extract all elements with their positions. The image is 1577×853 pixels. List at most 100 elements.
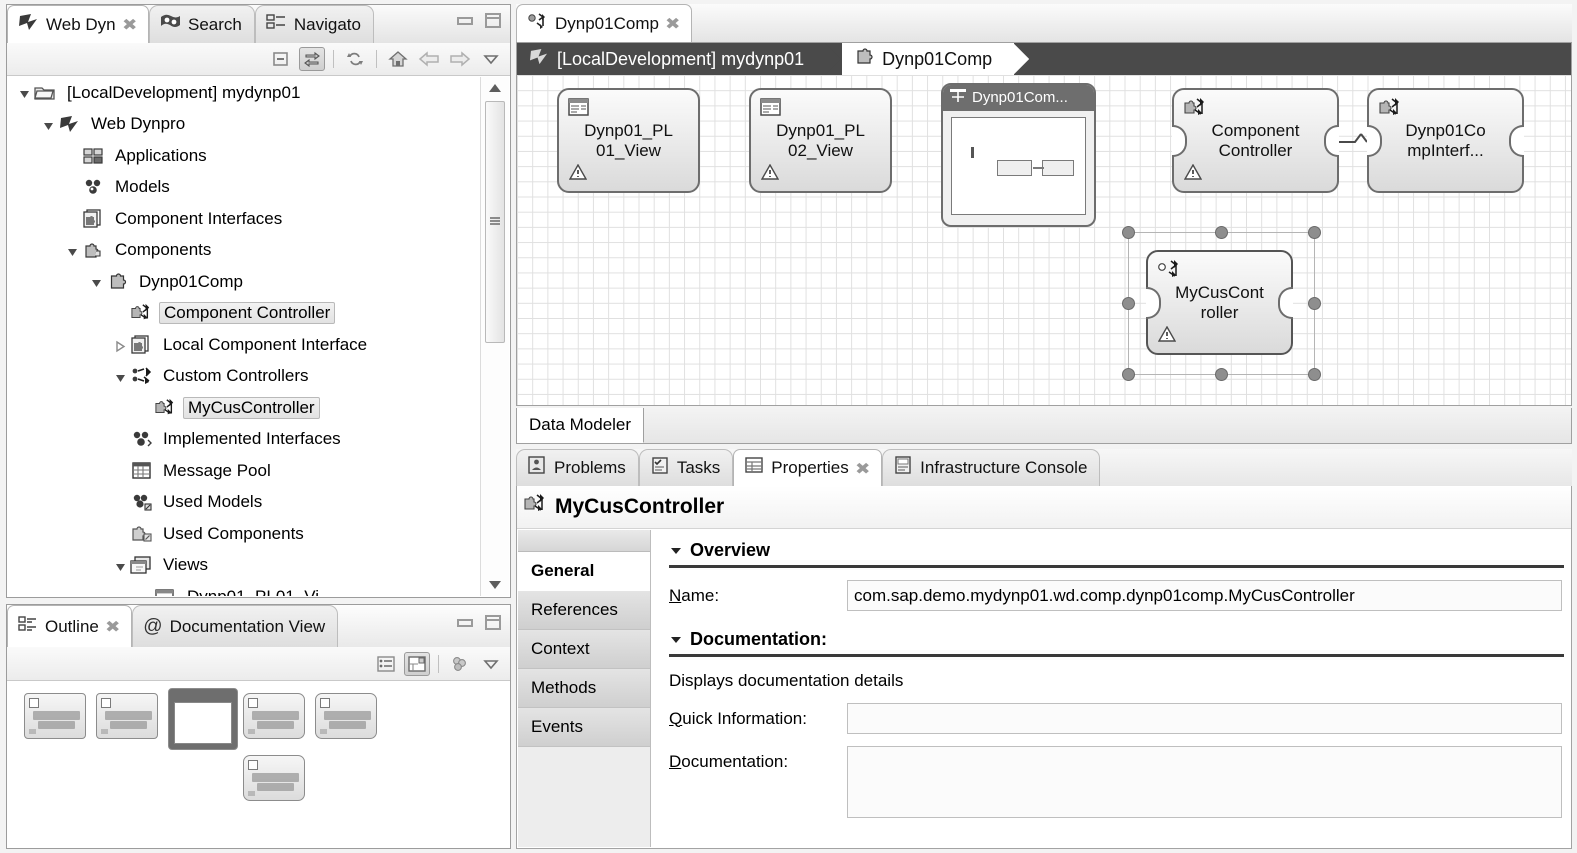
close-icon[interactable]: ✖ [665, 14, 680, 33]
tree-item-web-dynpro[interactable]: Web Dynpro [8, 109, 480, 141]
close-icon[interactable]: ✖ [855, 459, 870, 478]
tree-item-message-pool[interactable]: Message Pool [8, 455, 480, 487]
chevron-down-icon[interactable] [18, 86, 31, 99]
toolbar-separator [438, 654, 439, 673]
tree-item-custom-controllers[interactable]: Custom Controllers [8, 361, 480, 393]
refresh-icon[interactable] [342, 47, 368, 71]
tree-item-implemented-interfaces[interactable]: Implemented Interfaces [8, 424, 480, 456]
outline-thumbnail-view-2[interactable] [96, 693, 158, 739]
breadcrumb-item-component[interactable]: Dynp01Comp [842, 43, 1030, 75]
tree-item-localdevelopment-mydynp01[interactable]: [LocalDevelopment] mydynp01 [8, 77, 480, 109]
properties-title: MyCusController [517, 486, 1571, 529]
tab-problems[interactable]: Problems [516, 449, 639, 486]
tab-web-dynpro-explorer[interactable]: Web Dyn ✖ [7, 5, 150, 43]
resize-handle-w[interactable] [1122, 297, 1135, 310]
thumbnail-label2 [329, 721, 367, 730]
scroll-down-icon[interactable] [481, 574, 509, 596]
close-icon[interactable]: ✖ [105, 617, 120, 636]
side-tab-context[interactable]: Context [518, 630, 650, 669]
resize-handle-se[interactable] [1308, 368, 1321, 381]
outline-thumbnail-controller-4[interactable] [243, 693, 305, 739]
tree-item-used-models[interactable]: Used Models [8, 487, 480, 519]
tree-item-applications[interactable]: Applications [8, 140, 480, 172]
window-node[interactable]: Dynp01Com... [941, 83, 1096, 227]
resize-handle-nw[interactable] [1122, 226, 1135, 239]
tree-item-components[interactable]: Components [8, 235, 480, 267]
resize-handle-n[interactable] [1215, 226, 1228, 239]
side-tab-stub [518, 530, 650, 552]
component-controller-node[interactable]: Component Controller [1172, 88, 1339, 193]
view-menu-icon[interactable] [478, 652, 504, 676]
tab-search[interactable]: Search [149, 5, 255, 43]
outline-thumbnail-canvas[interactable] [8, 683, 496, 836]
minimize-icon[interactable] [456, 615, 474, 634]
chevron-down-icon[interactable] [114, 370, 127, 383]
view-node-2[interactable]: Dynp01_PL 02_View [749, 88, 892, 193]
side-tab-general[interactable]: General [518, 552, 650, 591]
forward-icon[interactable] [447, 47, 473, 71]
tree-item-local-component-interface[interactable]: Local Component Interface [8, 329, 480, 361]
view-node-1[interactable]: Dynp01_PL 01_View [557, 88, 700, 193]
scrollbar-thumb[interactable] [485, 101, 505, 343]
tab-infrastructure-console[interactable]: Infrastructure Console [882, 449, 1101, 486]
project-tree[interactable]: [LocalDevelopment] mydynp01 Web Dynpro App… [8, 77, 480, 596]
home-icon[interactable] [385, 47, 411, 71]
chevron-down-icon[interactable] [90, 275, 103, 288]
outline-thumbnail-controller-5[interactable] [315, 693, 377, 739]
chevron-down-icon[interactable] [114, 559, 127, 572]
chevron-down-icon[interactable] [66, 244, 79, 257]
chevron-down-icon[interactable] [42, 118, 55, 131]
scroll-up-icon[interactable] [481, 77, 509, 99]
tab-dynp01comp-editor[interactable]: Dynp01Comp ✖ [516, 4, 693, 42]
tab-data-modeler[interactable]: Data Modeler [517, 408, 645, 443]
resize-handle-ne[interactable] [1308, 226, 1321, 239]
tree-item-component-controller[interactable]: Component Controller [8, 298, 480, 330]
mycuscontroller-node[interactable]: MyCusCont roller [1146, 250, 1293, 355]
tree-item-models[interactable]: Models [8, 172, 480, 204]
outline-thumbnail-view-1[interactable] [24, 693, 86, 739]
thumbnail-icon [100, 698, 112, 709]
documentation-field[interactable] [847, 746, 1562, 818]
warning-icon [1183, 163, 1203, 185]
section-overview-header[interactable]: Overview [669, 540, 1570, 561]
link-with-editor-icon[interactable] [299, 47, 325, 71]
tree-item-mycuscontroller[interactable]: MyCusController [8, 392, 480, 424]
editor-tabstrip: Dynp01Comp ✖ [516, 4, 1572, 42]
resize-handle-sw[interactable] [1122, 368, 1135, 381]
outline-filter-icon[interactable] [447, 652, 473, 676]
back-icon[interactable] [416, 47, 442, 71]
outline-thumbnail-icon[interactable] [404, 651, 430, 676]
collapse-all-icon[interactable] [268, 47, 294, 71]
chevron-right-icon[interactable] [114, 338, 127, 353]
view-menu-icon[interactable] [478, 47, 504, 71]
tree-item-dynp01comp[interactable]: Dynp01Comp [8, 266, 480, 298]
section-documentation-header[interactable]: Documentation: [669, 629, 1570, 650]
close-icon[interactable]: ✖ [122, 15, 137, 34]
outline-thumbnail-window-3[interactable] [168, 688, 238, 750]
component-interface-node[interactable]: Dynp01Co mpInterf... [1367, 88, 1524, 193]
breadcrumb-item-project[interactable]: [LocalDevelopment] mydynp01 [517, 43, 842, 75]
tab-documentation-view[interactable]: @ Documentation View [132, 605, 339, 647]
side-tab-events[interactable]: Events [518, 708, 650, 747]
resize-handle-e[interactable] [1308, 297, 1321, 310]
tree-item-component-interfaces[interactable]: Component Interfaces [8, 203, 480, 235]
outline-tree-icon[interactable] [373, 652, 399, 676]
tab-outline[interactable]: Outline ✖ [7, 605, 133, 647]
resize-handle-s[interactable] [1215, 368, 1228, 381]
maximize-icon[interactable] [484, 13, 502, 32]
quick-information-field[interactable] [847, 703, 1562, 734]
side-tab-methods[interactable]: Methods [518, 669, 650, 708]
tab-properties[interactable]: Properties ✖ [733, 449, 883, 486]
outline-thumbnail-controller-6[interactable] [243, 755, 305, 801]
side-tab-references[interactable]: References [518, 591, 650, 630]
diagram-grid[interactable]: Dynp01_PL 01_View Dynp01_PL 02_View Dynp… [517, 75, 1571, 405]
tree-scrollbar[interactable] [480, 77, 509, 596]
tree-item-views[interactable]: Views [8, 550, 480, 582]
tree-item-used-components[interactable]: Used Components [8, 518, 480, 550]
tab-tasks[interactable]: Tasks [638, 449, 734, 486]
minimize-icon[interactable] [456, 13, 474, 32]
tree-item-dynp01-pl01-vi[interactable]: Dynp01_PL01_Vi... [8, 581, 480, 596]
name-field[interactable]: com.sap.demo.mydynp01.wd.comp.dynp01comp… [847, 580, 1562, 611]
tab-navigator[interactable]: Navigato [254, 5, 374, 43]
maximize-icon[interactable] [484, 615, 502, 634]
